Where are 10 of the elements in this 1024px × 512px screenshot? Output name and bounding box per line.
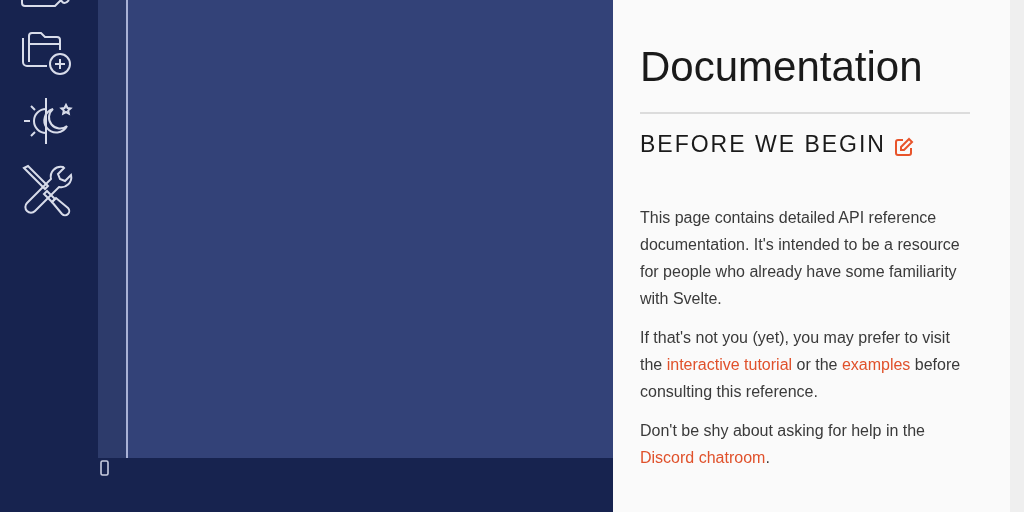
paragraph: If that's not you (yet), you may prefer to visit the interactive tutorial or the examples before consulting this reference. xyxy=(640,328,962,402)
link[interactable]: Discord chatroom xyxy=(640,449,766,466)
paragraph: Don't be shy about asking for help in the Discord chatroom. xyxy=(640,421,926,468)
paragraph: This page contains detailed API reference documentation. It's intended to be a resource for people who already have some familiarity with Svelte. xyxy=(640,208,961,309)
link[interactable]: examples xyxy=(841,356,911,373)
docs-title: Documentation xyxy=(640,42,924,92)
edit-icon[interactable] xyxy=(894,137,914,157)
section-heading: BEFORE WE BEGIN xyxy=(640,130,886,159)
link[interactable]: interactive tutorial xyxy=(666,356,793,373)
tools-icon[interactable] xyxy=(20,164,74,218)
